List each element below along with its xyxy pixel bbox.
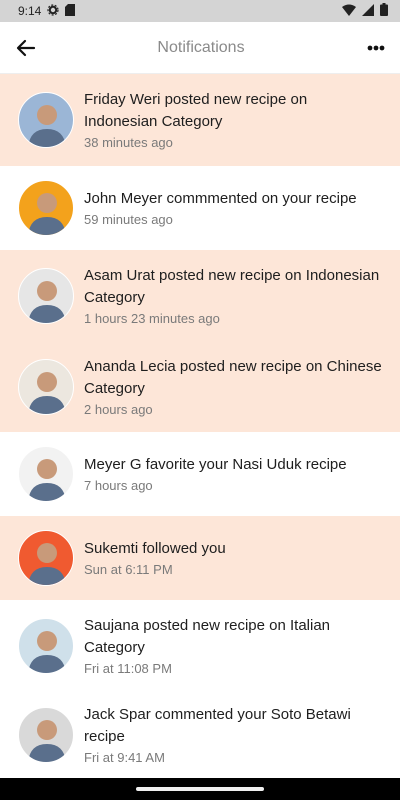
status-time: 9:14	[18, 4, 42, 18]
notification-text: Ananda Lecia posted new recipe on Chines…	[84, 356, 382, 419]
notification-time: 2 hours ago	[84, 401, 153, 417]
person-silhouette-icon	[28, 543, 66, 585]
more-options-button[interactable]	[364, 36, 388, 60]
notification-time: Sun at 6:11 PM	[84, 561, 173, 577]
signal-icon	[362, 3, 374, 19]
avatar[interactable]	[18, 530, 74, 586]
notification-item[interactable]: John Meyer commmented on your recipe 59 …	[0, 166, 400, 250]
notification-item[interactable]: Sukemti followed you Sun at 6:11 PM	[0, 516, 400, 600]
notification-message: Friday Weri posted new recipe on Indones…	[84, 90, 308, 130]
avatar[interactable]	[18, 180, 74, 236]
notification-text: John Meyer commmented on your recipe 59 …	[84, 188, 382, 229]
person-silhouette-icon	[28, 631, 66, 673]
person-silhouette-icon	[28, 459, 66, 501]
avatar[interactable]	[18, 446, 74, 502]
notification-item[interactable]: Meyer G favorite your Nasi Uduk recipe 7…	[0, 432, 400, 516]
notification-item[interactable]: Jack Spar commented your Soto Betawi rec…	[0, 692, 400, 778]
person-silhouette-icon	[28, 193, 66, 235]
person-silhouette-icon	[28, 281, 66, 323]
back-button[interactable]	[14, 36, 38, 60]
notification-item[interactable]: Saujana posted new recipe on Italian Cat…	[0, 600, 400, 692]
notification-time: 38 minutes ago	[84, 134, 173, 150]
notification-time: 1 hours 23 minutes ago	[84, 310, 220, 326]
avatar[interactable]	[18, 707, 74, 763]
battery-icon	[380, 3, 388, 19]
notification-text: Friday Weri posted new recipe on Indones…	[84, 89, 382, 152]
notification-message: John Meyer commmented on your recipe	[84, 189, 357, 207]
notification-time: Fri at 9:41 AM	[84, 749, 165, 765]
system-navigation-bar	[0, 778, 400, 800]
notification-text: Meyer G favorite your Nasi Uduk recipe 7…	[84, 454, 382, 495]
status-bar: 9:14	[0, 0, 400, 22]
status-right	[342, 3, 388, 19]
notification-time: 7 hours ago	[84, 477, 153, 493]
notification-item[interactable]: Friday Weri posted new recipe on Indones…	[0, 74, 400, 166]
settings-icon	[47, 3, 59, 19]
person-silhouette-icon	[28, 105, 66, 147]
avatar[interactable]	[18, 268, 74, 324]
home-gesture-handle[interactable]	[136, 787, 264, 791]
notification-text: Asam Urat posted new recipe on Indonesia…	[84, 265, 382, 328]
notification-list: Friday Weri posted new recipe on Indones…	[0, 74, 400, 778]
notification-message: Saujana posted new recipe on Italian Cat…	[84, 616, 331, 656]
notification-text: Sukemti followed you Sun at 6:11 PM	[84, 538, 382, 579]
person-silhouette-icon	[28, 372, 66, 414]
notification-message: Asam Urat posted new recipe on Indonesia…	[84, 266, 380, 306]
notification-message: Meyer G favorite your Nasi Uduk recipe	[84, 455, 347, 473]
notification-time: 59 minutes ago	[84, 211, 173, 227]
avatar[interactable]	[18, 618, 74, 674]
notification-message: Ananda Lecia posted new recipe on Chines…	[84, 357, 382, 397]
avatar[interactable]	[18, 92, 74, 148]
notification-text: Jack Spar commented your Soto Betawi rec…	[84, 704, 382, 767]
notification-message: Jack Spar commented your Soto Betawi rec…	[84, 705, 351, 745]
notification-message: Sukemti followed you	[84, 539, 226, 557]
person-silhouette-icon	[28, 720, 66, 762]
more-horizontal-icon	[367, 45, 385, 50]
app-bar: Notifications	[0, 22, 400, 74]
wifi-icon	[342, 4, 356, 19]
page-title: Notifications	[157, 38, 245, 56]
notification-text: Saujana posted new recipe on Italian Cat…	[84, 615, 382, 678]
avatar[interactable]	[18, 359, 74, 415]
notification-item[interactable]: Asam Urat posted new recipe on Indonesia…	[0, 250, 400, 342]
notification-item[interactable]: Ananda Lecia posted new recipe on Chines…	[0, 342, 400, 432]
notification-time: Fri at 11:08 PM	[84, 660, 172, 676]
sd-card-icon	[65, 3, 76, 19]
status-left: 9:14	[18, 3, 76, 19]
arrow-left-icon	[16, 39, 36, 56]
